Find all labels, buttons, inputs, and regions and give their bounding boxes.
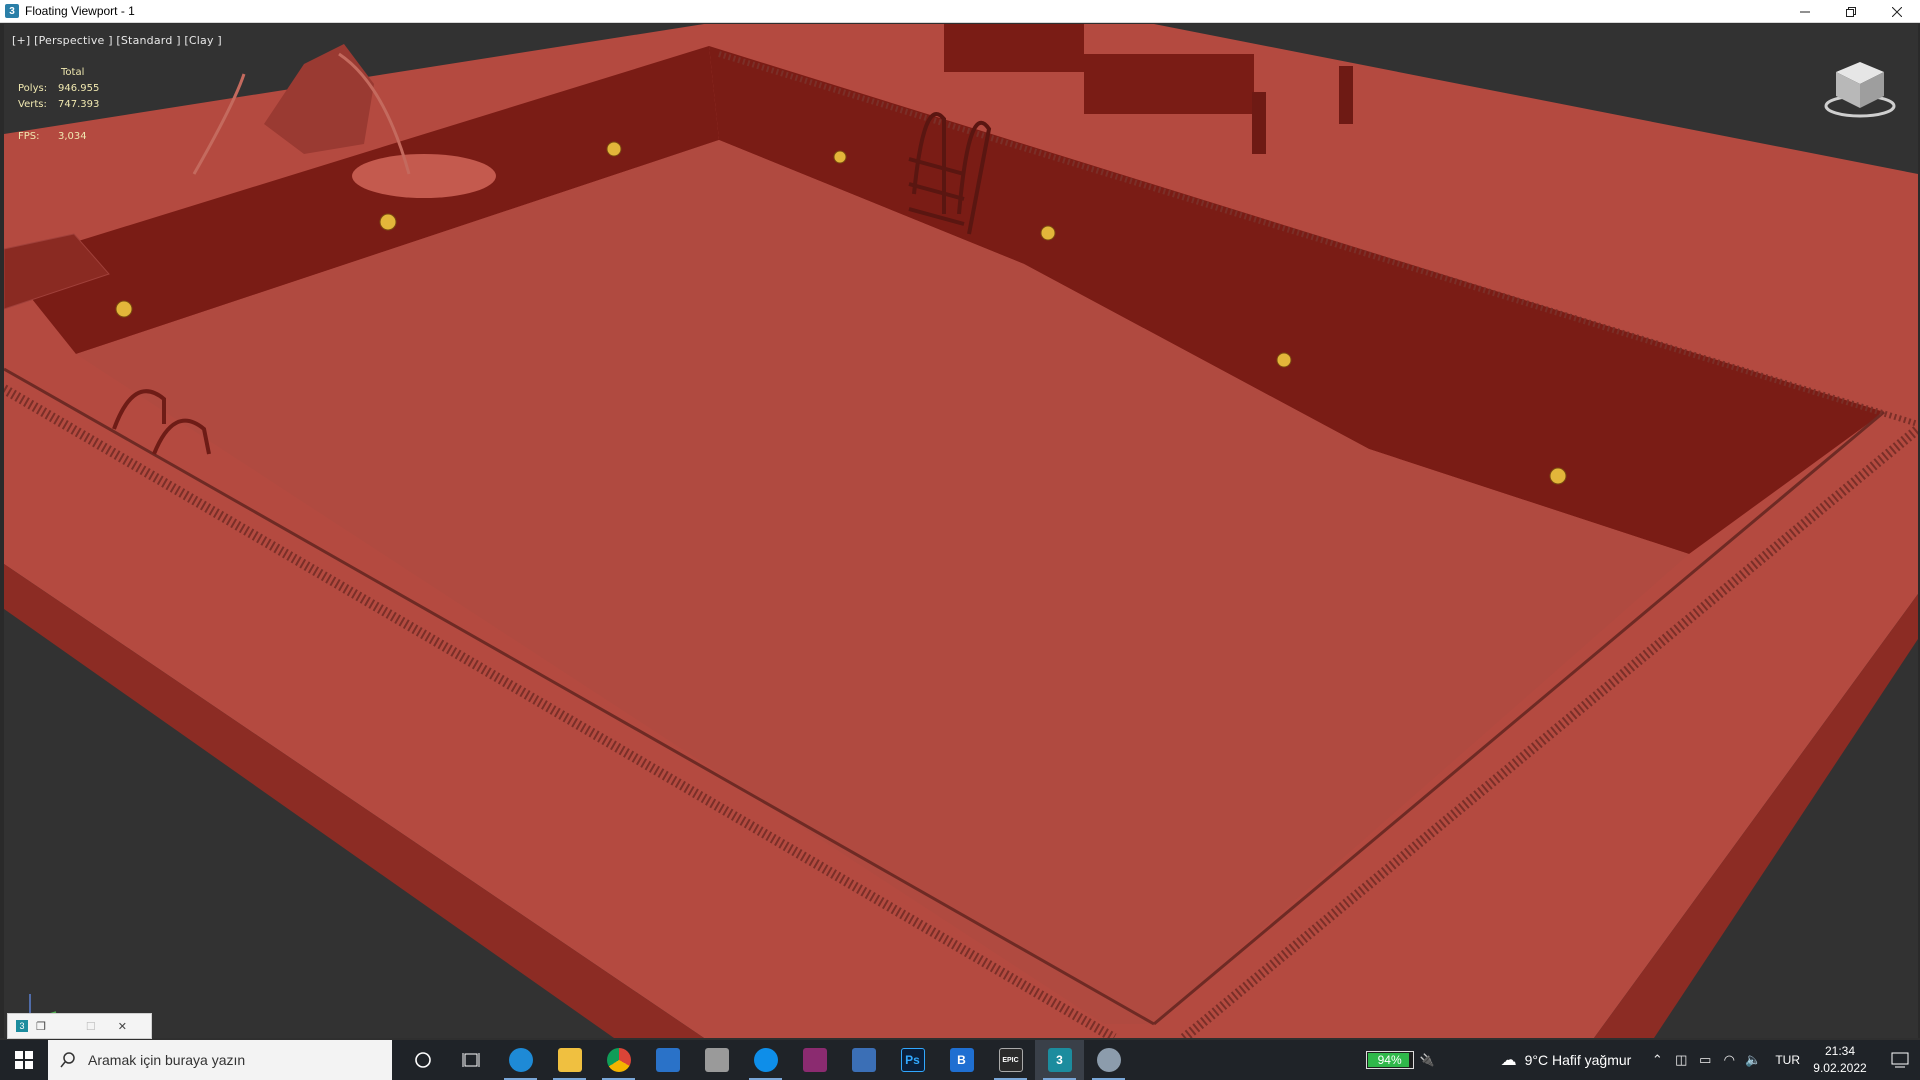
lounger-2	[1084, 54, 1254, 114]
3ds-max-taskbar-icon: 3	[1047, 1048, 1072, 1072]
task-view-icon	[462, 1053, 479, 1067]
wifi-icon[interactable]: ◠	[1717, 1052, 1741, 1068]
charging-icon: 🔌	[1419, 1053, 1435, 1067]
weather-widget[interactable]: ☁ 9°C Hafif yağmur	[1501, 1050, 1632, 1070]
taskbar-app-edge[interactable]	[496, 1040, 545, 1080]
taskbar-app-camera[interactable]	[839, 1040, 888, 1080]
search-placeholder: Aramak için buraya yazın	[88, 1052, 246, 1068]
pool-light	[1549, 467, 1567, 485]
search-icon	[60, 1052, 75, 1068]
clock[interactable]: 21:34 9.02.2022	[1810, 1043, 1870, 1077]
cloud-rain-icon: ☁	[1500, 1052, 1517, 1069]
stats-fps-value: 3,034	[58, 131, 87, 142]
battery-bar: 94%	[1365, 1051, 1414, 1069]
start-button[interactable]	[0, 1040, 48, 1080]
close-button[interactable]	[1874, 0, 1920, 23]
stats-polys-label: Polys:	[18, 83, 48, 94]
store-icon	[655, 1048, 680, 1072]
taskbar-app-generic[interactable]	[692, 1040, 741, 1080]
photoshop-icon: Ps	[900, 1048, 925, 1072]
pool-light	[379, 213, 397, 231]
weather-text: 9°C Hafif yağmur	[1524, 1052, 1632, 1068]
show-hidden-icons-button[interactable]: ⌃	[1645, 1052, 1669, 1068]
close-mini-icon[interactable]: ✕	[118, 1020, 127, 1033]
windows-taskbar: Aramak için buraya yazın Ps B EPIC 3 94%…	[0, 1040, 1920, 1080]
fountain-basin	[352, 154, 496, 198]
pool-light	[1276, 352, 1292, 368]
battery-percent: 94%	[1377, 1053, 1402, 1067]
system-tray: 94% 🔌 ☁ 9°C Hafif yağmur ⌃ ◫ ▭ ◠ 🔈 TUR 2…	[1365, 1040, 1920, 1080]
viewport-label-menu[interactable]: [+] [Perspective ] [Standard ] [Clay ]	[12, 34, 222, 47]
restore-button[interactable]	[1828, 0, 1874, 23]
pool-light	[115, 300, 133, 318]
taskbar-app-explorer[interactable]	[545, 1040, 594, 1080]
3ds-max-icon: 3	[5, 4, 19, 18]
pool-scene-render[interactable]	[4, 24, 1918, 1038]
minimize-button[interactable]	[1782, 0, 1828, 23]
taskbar-app-store[interactable]	[643, 1040, 692, 1080]
task-view-button[interactable]	[447, 1040, 496, 1080]
taskbar-app-chrome[interactable]	[594, 1040, 643, 1080]
notification-icon	[1891, 1052, 1909, 1068]
stats-fps-label: FPS:	[18, 131, 40, 142]
close-icon	[1892, 6, 1902, 17]
perspective-viewport[interactable]: [+] [Perspective ] [Standard ] [Clay ] T…	[0, 24, 1920, 1038]
winrar-icon	[802, 1048, 827, 1072]
battery-indicator[interactable]: 94% 🔌	[1365, 1051, 1435, 1069]
taskbar-search-box[interactable]: Aramak için buraya yazın	[48, 1040, 392, 1080]
3ds-max-mini-icon: 3	[16, 1020, 28, 1032]
generic-app-icon	[704, 1048, 729, 1072]
tray-app-icon[interactable]: ◫	[1669, 1052, 1693, 1068]
pool-light	[1040, 225, 1056, 241]
maximize-mini-icon[interactable]: ☐	[86, 1020, 96, 1033]
pool-light	[833, 150, 847, 164]
taskbar-app-misc[interactable]	[1084, 1040, 1133, 1080]
cortana-button[interactable]	[398, 1040, 447, 1080]
taskbar-app-teamviewer[interactable]	[741, 1040, 790, 1080]
post-2	[1339, 66, 1353, 124]
clock-date: 9.02.2022	[1813, 1061, 1867, 1075]
stats-verts-value: 747.393	[58, 99, 100, 110]
taskbar-app-3dsmax[interactable]: 3	[1035, 1040, 1084, 1080]
cortana-icon	[414, 1052, 431, 1068]
notification-center-button[interactable]	[1880, 1052, 1920, 1068]
input-language[interactable]: TUR	[1775, 1053, 1800, 1067]
minimized-window-tab[interactable]: 3 ❐ ☐ ✕	[7, 1013, 152, 1039]
statistics-overlay: Total Polys: 946.955 Verts: 747.393 FPS: 3,…	[18, 65, 99, 145]
teamviewer-icon	[753, 1048, 778, 1072]
taskbar-app-winrar[interactable]	[790, 1040, 839, 1080]
taskbar-pinned-apps: Ps B EPIC 3	[398, 1040, 1133, 1080]
edge-icon	[508, 1048, 533, 1072]
window-title: Floating Viewport - 1	[25, 4, 135, 18]
restore-icon	[1846, 6, 1856, 17]
taskbar-app-photoshop[interactable]: Ps	[888, 1040, 937, 1080]
taskbar-app-b[interactable]: B	[937, 1040, 986, 1080]
file-explorer-icon	[557, 1048, 582, 1072]
window-titlebar: 3 Floating Viewport - 1	[0, 0, 1920, 23]
misc-app-icon	[1096, 1048, 1121, 1072]
stats-verts-label: Verts:	[18, 99, 47, 110]
taskbar-app-epic[interactable]: EPIC	[986, 1040, 1035, 1080]
minimize-icon	[1800, 11, 1810, 12]
epic-games-icon: EPIC	[998, 1048, 1023, 1072]
viewcube-icon[interactable]	[1822, 56, 1898, 122]
blue-b-icon: B	[949, 1048, 974, 1072]
windows-logo-icon	[15, 1051, 33, 1069]
battery-tray-icon[interactable]: ▭	[1693, 1052, 1717, 1068]
lounger-1	[944, 24, 1084, 72]
volume-icon[interactable]: 🔈	[1741, 1052, 1765, 1068]
pool-light	[606, 141, 622, 157]
clock-time: 21:34	[1824, 1044, 1856, 1058]
post-1	[1252, 92, 1266, 154]
stats-polys-value: 946.955	[58, 83, 100, 94]
chrome-icon	[606, 1048, 631, 1072]
stats-total-label: Total	[61, 67, 85, 78]
camera-icon	[851, 1048, 876, 1072]
restore-mini-icon[interactable]: ❐	[36, 1020, 46, 1033]
